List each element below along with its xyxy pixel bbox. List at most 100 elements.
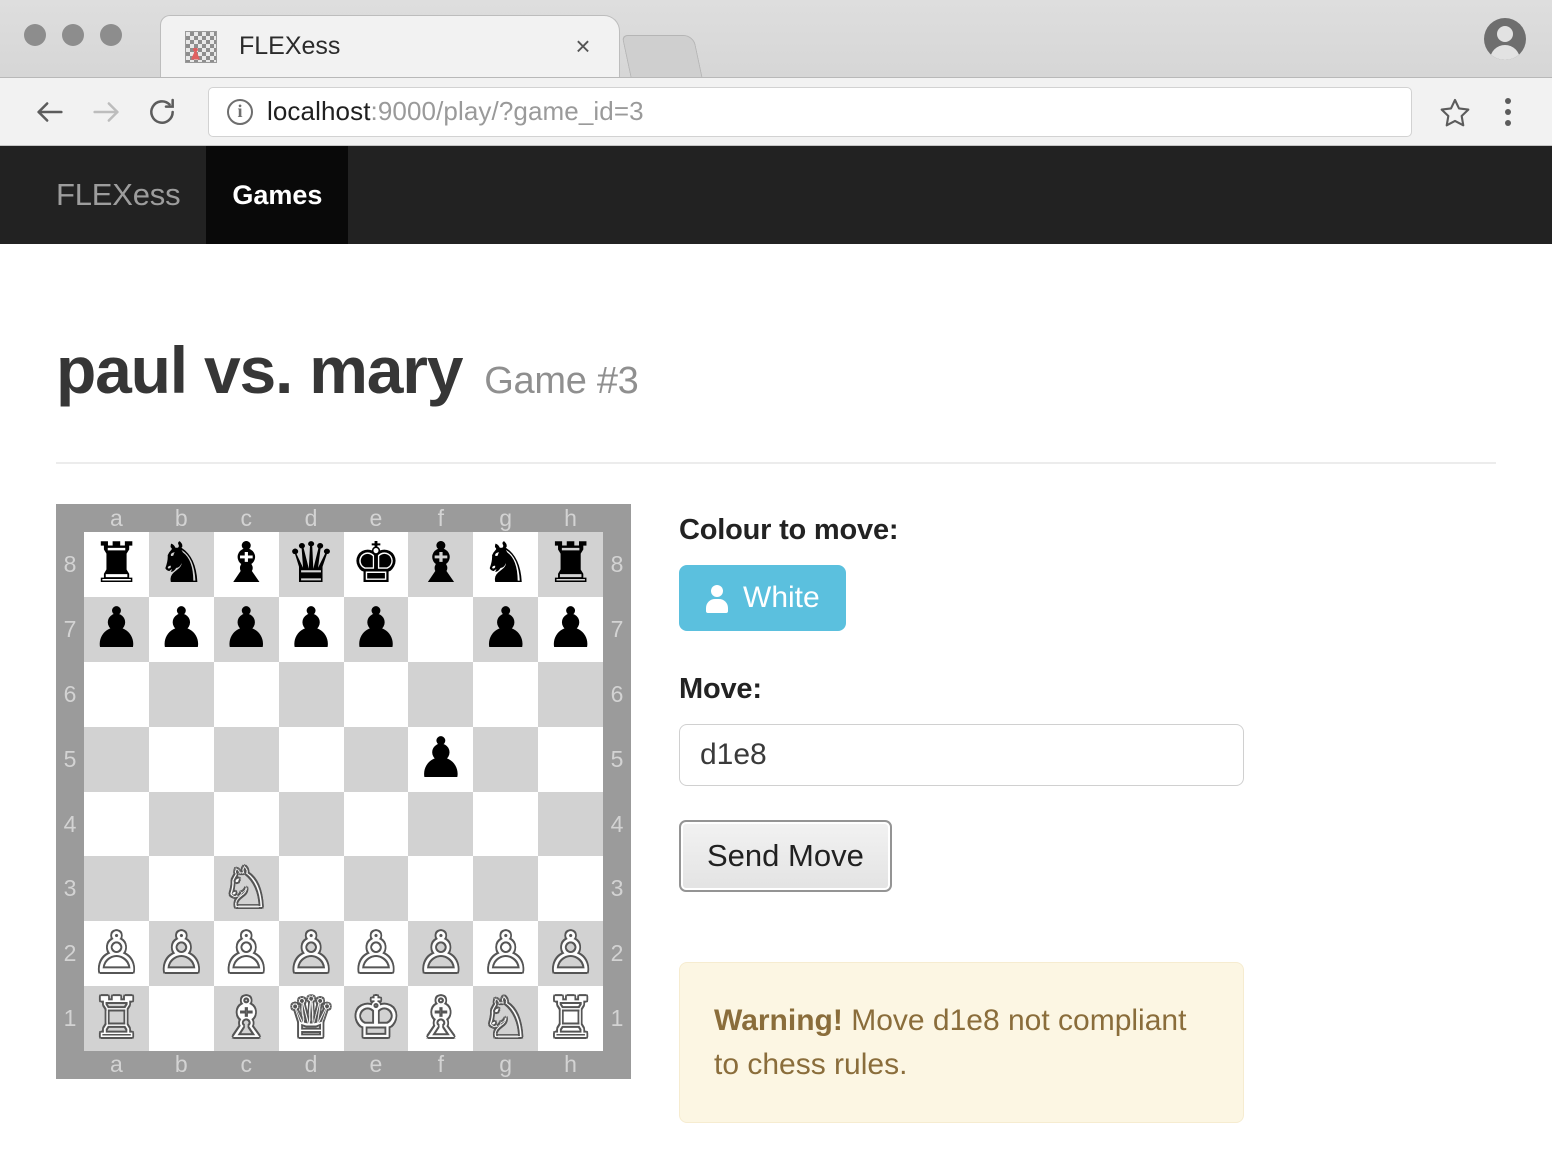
square-a2[interactable]: ♙ bbox=[84, 921, 149, 987]
square-g5[interactable] bbox=[473, 726, 539, 792]
square-b5[interactable] bbox=[148, 726, 214, 792]
square-b6[interactable] bbox=[148, 661, 214, 727]
square-h4[interactable] bbox=[538, 791, 603, 857]
piece-P-a2[interactable]: ♙ bbox=[91, 925, 141, 982]
colour-to-move-button[interactable]: White bbox=[679, 565, 846, 631]
piece-p-g7[interactable]: ♟ bbox=[481, 601, 531, 657]
square-f5[interactable]: ♟ bbox=[408, 726, 474, 792]
square-b7[interactable]: ♟ bbox=[148, 596, 214, 662]
piece-r-h8[interactable]: ♜ bbox=[545, 536, 595, 592]
board-grid[interactable]: ♜ ♞ ♝ ♛ ♚ ♝ ♞ ♜ ♟ ♟ ♟ ♟ ♟ ♟ ♟ ♟ ♘ ♙ ♙ ♙ ♙ ♙ ♙ ♙ ♙ ♖ ♗ ♕ ♔ ♗ ♘ ♖ bbox=[84, 532, 603, 1051]
piece-p-d7[interactable]: ♟ bbox=[286, 601, 336, 657]
square-e2[interactable]: ♙ bbox=[343, 921, 409, 987]
square-b8[interactable]: ♞ bbox=[148, 532, 214, 597]
piece-P-h2[interactable]: ♙ bbox=[545, 925, 595, 982]
square-h1[interactable]: ♖ bbox=[538, 986, 603, 1051]
square-d7[interactable]: ♟ bbox=[278, 596, 344, 662]
piece-K-e1[interactable]: ♔ bbox=[351, 990, 401, 1047]
square-c8[interactable]: ♝ bbox=[213, 532, 279, 597]
square-h8[interactable]: ♜ bbox=[538, 532, 603, 597]
new-tab-button[interactable] bbox=[621, 35, 703, 77]
chess-board[interactable]: abcdefgh abcdefgh 87654321 87654321 ♜ ♞ ♝ ♛… bbox=[56, 504, 631, 1079]
square-e7[interactable]: ♟ bbox=[343, 596, 409, 662]
browser-menu-icon[interactable] bbox=[1486, 84, 1530, 140]
piece-P-c2[interactable]: ♙ bbox=[221, 925, 271, 982]
square-c7[interactable]: ♟ bbox=[213, 596, 279, 662]
piece-P-b2[interactable]: ♙ bbox=[156, 925, 206, 982]
square-a6[interactable] bbox=[84, 661, 149, 727]
forward-arrow-icon[interactable] bbox=[78, 84, 134, 140]
piece-N-c3[interactable]: ♘ bbox=[221, 860, 271, 917]
square-c3[interactable]: ♘ bbox=[213, 856, 279, 922]
minimize-window-button[interactable] bbox=[62, 24, 84, 46]
piece-p-c7[interactable]: ♟ bbox=[221, 601, 271, 657]
square-d8[interactable]: ♛ bbox=[278, 532, 344, 597]
square-d6[interactable] bbox=[278, 661, 344, 727]
piece-B-f1[interactable]: ♗ bbox=[416, 990, 466, 1047]
square-d1[interactable]: ♕ bbox=[278, 986, 344, 1051]
square-a5[interactable] bbox=[84, 726, 149, 792]
square-g4[interactable] bbox=[473, 791, 539, 857]
square-f7[interactable] bbox=[408, 596, 474, 662]
address-bar[interactable]: i localhost:9000/play/?game_id=3 bbox=[208, 86, 1412, 137]
window-controls[interactable] bbox=[24, 24, 122, 46]
piece-p-f5[interactable]: ♟ bbox=[416, 731, 466, 787]
piece-P-e2[interactable]: ♙ bbox=[351, 925, 401, 982]
square-b3[interactable] bbox=[148, 856, 214, 922]
square-b4[interactable] bbox=[148, 791, 214, 857]
square-e1[interactable]: ♔ bbox=[343, 986, 409, 1051]
square-g6[interactable] bbox=[473, 661, 539, 727]
piece-b-f8[interactable]: ♝ bbox=[416, 536, 466, 592]
piece-r-a8[interactable]: ♜ bbox=[91, 536, 141, 592]
square-a4[interactable] bbox=[84, 791, 149, 857]
site-brand[interactable]: FLEXess bbox=[0, 146, 206, 244]
move-input[interactable] bbox=[679, 724, 1244, 786]
piece-p-b7[interactable]: ♟ bbox=[156, 601, 206, 657]
piece-p-e7[interactable]: ♟ bbox=[351, 601, 401, 657]
piece-P-d2[interactable]: ♙ bbox=[286, 925, 336, 982]
square-f3[interactable] bbox=[408, 856, 474, 922]
square-d3[interactable] bbox=[278, 856, 344, 922]
maximize-window-button[interactable] bbox=[100, 24, 122, 46]
square-h6[interactable] bbox=[538, 661, 603, 727]
square-c5[interactable] bbox=[213, 726, 279, 792]
square-d2[interactable]: ♙ bbox=[278, 921, 344, 987]
piece-n-g8[interactable]: ♞ bbox=[481, 536, 531, 592]
piece-q-d8[interactable]: ♛ bbox=[286, 536, 336, 592]
piece-R-a1[interactable]: ♖ bbox=[91, 990, 141, 1047]
piece-k-e8[interactable]: ♚ bbox=[351, 536, 401, 592]
square-g3[interactable] bbox=[473, 856, 539, 922]
square-d5[interactable] bbox=[278, 726, 344, 792]
square-f2[interactable]: ♙ bbox=[408, 921, 474, 987]
piece-R-h1[interactable]: ♖ bbox=[545, 990, 595, 1047]
square-g8[interactable]: ♞ bbox=[473, 532, 539, 597]
square-f8[interactable]: ♝ bbox=[408, 532, 474, 597]
square-a3[interactable] bbox=[84, 856, 149, 922]
piece-P-f2[interactable]: ♙ bbox=[416, 925, 466, 982]
square-b1[interactable] bbox=[148, 986, 214, 1051]
piece-b-c8[interactable]: ♝ bbox=[221, 536, 271, 592]
piece-B-c1[interactable]: ♗ bbox=[221, 990, 271, 1047]
square-b2[interactable]: ♙ bbox=[148, 921, 214, 987]
piece-p-h7[interactable]: ♟ bbox=[545, 601, 595, 657]
square-e5[interactable] bbox=[343, 726, 409, 792]
square-e6[interactable] bbox=[343, 661, 409, 727]
square-e8[interactable]: ♚ bbox=[343, 532, 409, 597]
browser-tab[interactable]: FLEXess × bbox=[160, 15, 620, 77]
close-icon[interactable]: × bbox=[565, 31, 601, 62]
square-g1[interactable]: ♘ bbox=[473, 986, 539, 1051]
square-c4[interactable] bbox=[213, 791, 279, 857]
info-icon[interactable]: i bbox=[227, 98, 253, 125]
square-e4[interactable] bbox=[343, 791, 409, 857]
square-h5[interactable] bbox=[538, 726, 603, 792]
square-a7[interactable]: ♟ bbox=[84, 596, 149, 662]
square-h3[interactable] bbox=[538, 856, 603, 922]
square-h7[interactable]: ♟ bbox=[538, 596, 603, 662]
piece-N-g1[interactable]: ♘ bbox=[481, 990, 531, 1047]
reload-icon[interactable] bbox=[134, 84, 190, 140]
bookmark-star-icon[interactable] bbox=[1432, 89, 1478, 135]
piece-n-b8[interactable]: ♞ bbox=[156, 536, 206, 592]
square-f4[interactable] bbox=[408, 791, 474, 857]
square-f1[interactable]: ♗ bbox=[408, 986, 474, 1051]
square-c2[interactable]: ♙ bbox=[213, 921, 279, 987]
